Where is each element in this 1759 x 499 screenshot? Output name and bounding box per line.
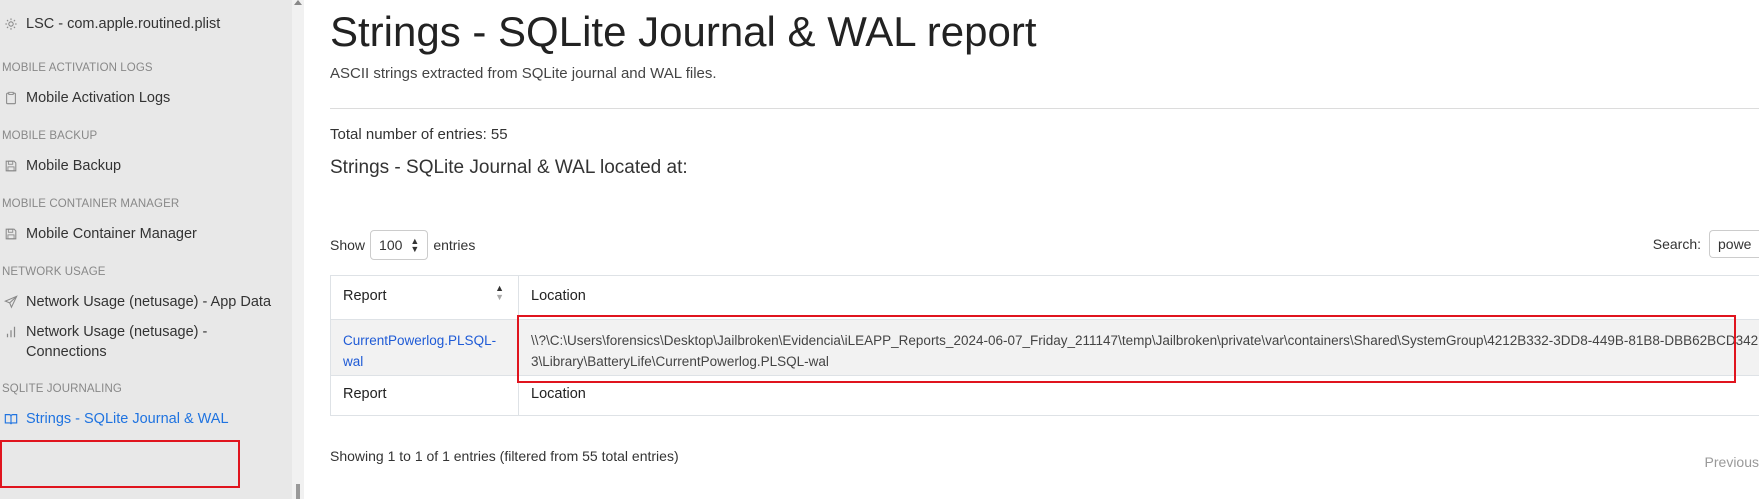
sidebar-section-header: MOBILE ACTIVATION LOGS <box>2 62 153 74</box>
sidebar-section-header: SQLITE JOURNALING <box>2 383 122 395</box>
entries-per-page-select[interactable]: 100 ▲ ▼ <box>370 230 429 260</box>
book-open-icon <box>2 411 19 427</box>
sidebar-item-label: Network Usage (netusage) - App Data <box>26 294 272 310</box>
sidebar-item-label: Mobile Container Manager <box>26 226 197 242</box>
sidebar-item-strings-sqlite-journal-wal[interactable]: Strings - SQLite Journal & WAL <box>0 409 229 429</box>
sidebar-item-mobile-backup[interactable]: Mobile Backup <box>0 156 121 176</box>
bar-chart-icon <box>2 324 19 340</box>
table-footer-row: Report Location <box>330 376 1759 416</box>
sidebar-section-header: NETWORK USAGE <box>2 266 106 278</box>
entries-label: entries <box>433 237 476 253</box>
main-content: Strings - SQLite Journal & WAL report AS… <box>330 0 1759 499</box>
footer-report: Report <box>330 376 518 415</box>
sidebar-item-label: Mobile Backup <box>26 158 122 174</box>
page-title: Strings - SQLite Journal & WAL report <box>330 8 1037 55</box>
sidebar-item-label: Strings - SQLite Journal & WAL <box>26 411 229 427</box>
footer-location: Location <box>518 376 1759 415</box>
save-icon <box>2 158 19 174</box>
sidebar: LSC - com.apple.routined.plist MOBILE ACT… <box>0 0 292 499</box>
sidebar-section-header: MOBILE CONTAINER MANAGER <box>2 198 180 210</box>
sidebar-item-lsc-com-apple-routined-plist[interactable]: LSC - com.apple.routined.plist <box>0 14 220 34</box>
sidebar-item-mobile-activation-logs[interactable]: Mobile Activation Logs <box>0 88 170 108</box>
sidebar-item-mobile-container-manager[interactable]: Mobile Container Manager <box>0 224 197 244</box>
scrollbar-thumb[interactable] <box>296 484 300 499</box>
scroll-up-arrow-icon[interactable] <box>294 0 302 5</box>
table-info: Showing 1 to 1 of 1 entries (filtered fr… <box>330 448 679 464</box>
column-header-location[interactable]: Location <box>518 276 1759 319</box>
sidebar-section-header: MOBILE BACKUP <box>2 130 98 142</box>
sidebar-item-label: Network Usage (netusage) - Connections <box>26 324 208 360</box>
total-entries: Total number of entries: 55 <box>330 126 508 143</box>
entries-length-control: Show 100 ▲ ▼ entries <box>330 230 475 260</box>
sidebar-item-network-usage-netusage-app-data[interactable]: Network Usage (netusage) - App Data <box>0 292 271 312</box>
report-link[interactable]: CurrentPowerlog.PLSQL-wal <box>330 320 518 375</box>
save-icon <box>2 226 19 242</box>
divider <box>330 108 1759 109</box>
select-arrows-icon: ▲ ▼ <box>410 236 420 254</box>
page-description: ASCII strings extracted from SQLite jour… <box>330 65 717 82</box>
sidebar-item-label: Mobile Activation Logs <box>26 90 171 106</box>
search-label: Search: <box>1652 236 1701 252</box>
sidebar-item-network-usage-netusage-connections[interactable]: Network Usage (netusage) - Connections <box>0 322 246 362</box>
sidebar-scrollbar[interactable] <box>292 0 304 499</box>
sort-icon: ▲ ▼ <box>495 283 504 302</box>
search-input[interactable] <box>1709 230 1759 258</box>
table-header-row: Report ▲ ▼ Location <box>330 276 1759 320</box>
entries-per-page-value: 100 <box>379 237 403 253</box>
gear-icon <box>2 16 19 32</box>
previous-page-button[interactable]: Previous <box>1705 454 1759 470</box>
sidebar-item-label: LSC - com.apple.routined.plist <box>26 16 221 32</box>
column-header-report[interactable]: Report ▲ ▼ <box>330 276 518 319</box>
location-cell: \\?\C:\Users\forensics\Desktop\Jailbroke… <box>518 320 1759 375</box>
clipboard-icon <box>2 90 19 106</box>
table-row: CurrentPowerlog.PLSQL-wal \\?\C:\Users\f… <box>330 320 1759 376</box>
search-control: Search: <box>1653 230 1759 258</box>
report-table: Report ▲ ▼ Location CurrentPowerlog.PLSQL… <box>330 275 1759 416</box>
located-at-heading: Strings - SQLite Journal & WAL located a… <box>330 157 688 178</box>
send-icon <box>2 294 19 310</box>
show-label: Show <box>330 237 366 253</box>
